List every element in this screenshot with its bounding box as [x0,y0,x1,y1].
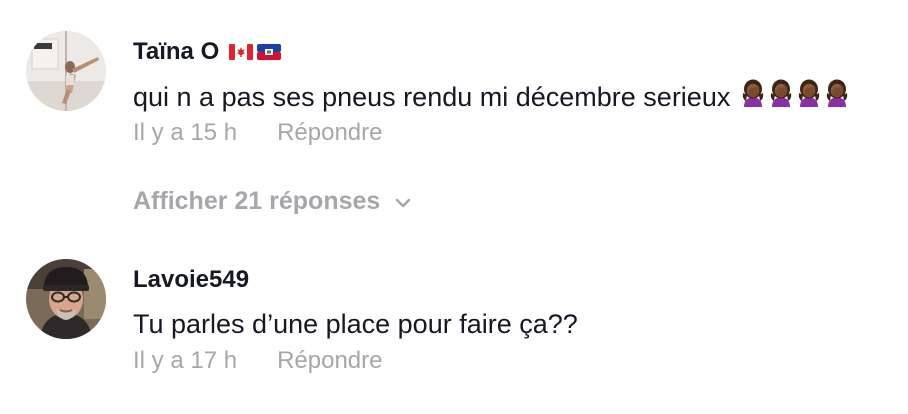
comment-text: Tu parles d’une place pour faire ça?? [133,308,578,340]
woman-facepalming-icon [740,79,766,114]
username-label: Lavoie549 [133,266,250,293]
view-replies-label: Afficher 21 réponses [133,187,381,215]
avatar[interactable] [26,31,106,111]
comment-timestamp: Il y a 15 h [133,119,238,146]
chevron-down-icon [394,186,412,216]
reply-button[interactable]: Répondre [277,119,382,146]
flag-canada-icon [229,44,254,60]
comment-text-content: Tu parles d’une place pour faire ça?? [133,309,578,339]
woman-facepalming-icon [796,79,822,114]
comment-meta: Il y a 15 h Répondre [133,119,382,147]
username-label: Taïna O [133,38,220,65]
comment-meta: Il y a 17 h Répondre [133,347,382,375]
woman-facepalming-icon [824,79,850,114]
view-replies-button[interactable]: Afficher 21 réponses [133,186,412,216]
emoji-group [740,79,850,114]
comment-text-content: qui n a pas ses pneus rendu mi décembre … [133,81,731,112]
woman-facepalming-icon [768,79,794,114]
comment-text: qui n a pas ses pneus rendu mi décembre … [133,79,850,114]
avatar[interactable] [26,259,106,339]
comment-username[interactable]: Lavoie549 [133,266,249,294]
reply-button[interactable]: Répondre [277,347,382,374]
comment-username[interactable]: Taïna O [133,38,282,66]
comment-timestamp: Il y a 17 h [133,347,238,374]
flags [229,44,282,60]
flag-haiti-icon [257,44,282,60]
